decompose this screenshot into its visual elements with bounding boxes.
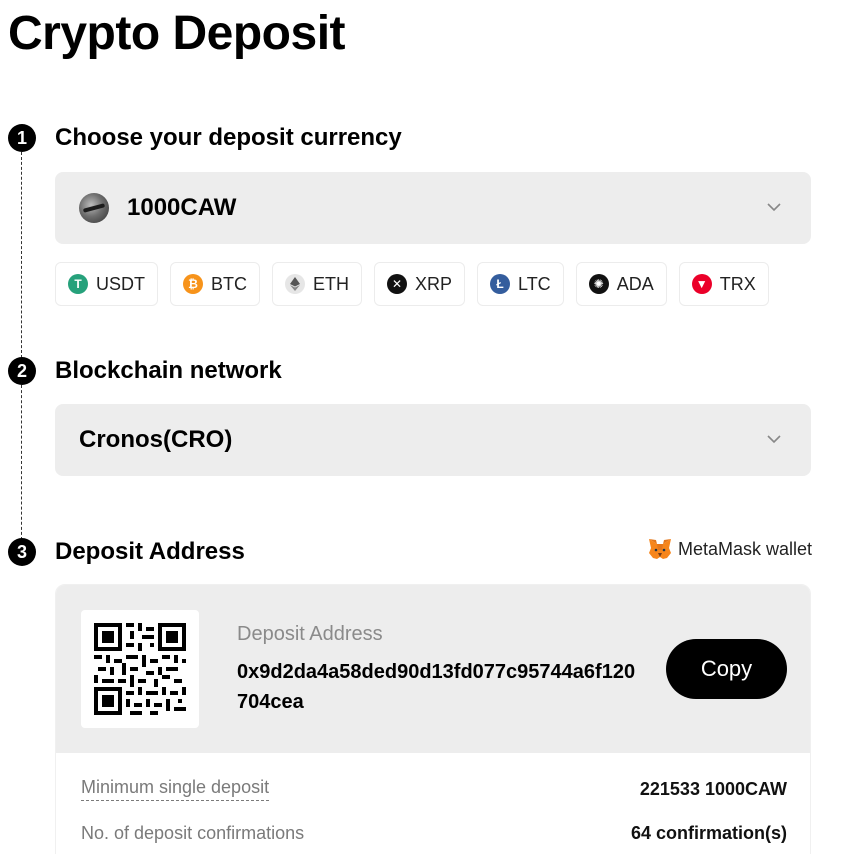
chevron-down-icon (767, 435, 781, 444)
min-deposit-label[interactable]: Minimum single deposit (81, 777, 270, 801)
chevron-down-icon (767, 203, 781, 212)
ltc-icon: Ł (490, 274, 511, 294)
chip-label: BTC (211, 273, 247, 294)
deposit-qr-code (81, 610, 199, 728)
ada-icon: ✺ (588, 274, 609, 294)
btc-icon: ₿ (183, 274, 203, 294)
network-select-value: Cronos(CRO) (79, 426, 233, 453)
chip-label: TRX (719, 273, 756, 294)
qr-code-image (94, 623, 186, 715)
deposit-address-value: 0x9d2da4a58ded90d13fd077c95744a6f120704c… (237, 661, 636, 713)
confirmations-value: 64 confirmation(s) (630, 823, 787, 843)
currency-select[interactable]: 1000CAW (55, 172, 811, 244)
page-title: Crypto Deposit (8, 7, 346, 60)
min-deposit-value: 221533 1000CAW (639, 778, 787, 799)
step-number-1: 1 (8, 124, 36, 152)
quick-currency-list: T USDT ₿ BTC ETH ✕ XRP Ł LTC ✺ ADA ▼ TRX (55, 262, 769, 306)
usdt-icon: T (68, 274, 88, 294)
step-title-network: Blockchain network (55, 357, 282, 384)
deposit-address-panel: Deposit Address 0x9d2da4a58ded90d13fd077… (56, 585, 810, 753)
eth-icon (285, 274, 305, 294)
xrp-icon: ✕ (387, 274, 407, 294)
network-select[interactable]: Cronos(CRO) (55, 404, 811, 476)
currency-chip-xrp[interactable]: ✕ XRP (374, 262, 466, 306)
metamask-label: MetaMask wallet (677, 538, 812, 559)
metamask-fox-icon (648, 539, 671, 559)
currency-chip-eth[interactable]: ETH (272, 262, 362, 306)
currency-chip-usdt[interactable]: T USDT (55, 262, 158, 306)
chip-label: USDT (96, 273, 145, 294)
chip-label: XRP (415, 273, 453, 294)
step-title-currency: Choose your deposit currency (55, 124, 402, 151)
step-connector-1 (21, 152, 22, 358)
step-number-2: 2 (8, 357, 36, 385)
trx-icon: ▼ (691, 274, 712, 294)
step-number-3: 3 (8, 538, 36, 566)
currency-chip-ltc[interactable]: Ł LTC (477, 262, 564, 306)
step-title-address: Deposit Address (55, 538, 245, 565)
currency-chip-ada[interactable]: ✺ ADA (575, 262, 667, 306)
currency-select-value: 1000CAW (127, 194, 237, 221)
currency-chip-btc[interactable]: ₿ BTC (170, 262, 260, 306)
metamask-wallet-link[interactable]: MetaMask wallet (648, 538, 812, 560)
chip-label: ADA (616, 273, 654, 294)
confirmations-row: No. of deposit confirmations 64 confirma… (81, 823, 787, 844)
currency-chip-trx[interactable]: ▼ TRX (678, 262, 769, 306)
caw-coin-icon (79, 193, 109, 223)
min-deposit-row: Minimum single deposit 221533 1000CAW (81, 777, 787, 801)
step-connector-2 (21, 385, 22, 540)
copy-address-button[interactable]: Copy (666, 639, 787, 699)
chip-label: LTC (518, 273, 551, 294)
deposit-address-label: Deposit Address (237, 623, 383, 645)
deposit-address-card: Deposit Address 0x9d2da4a58ded90d13fd077… (55, 584, 811, 854)
confirmations-label: No. of deposit confirmations (81, 823, 305, 843)
chip-label: ETH (313, 273, 349, 294)
